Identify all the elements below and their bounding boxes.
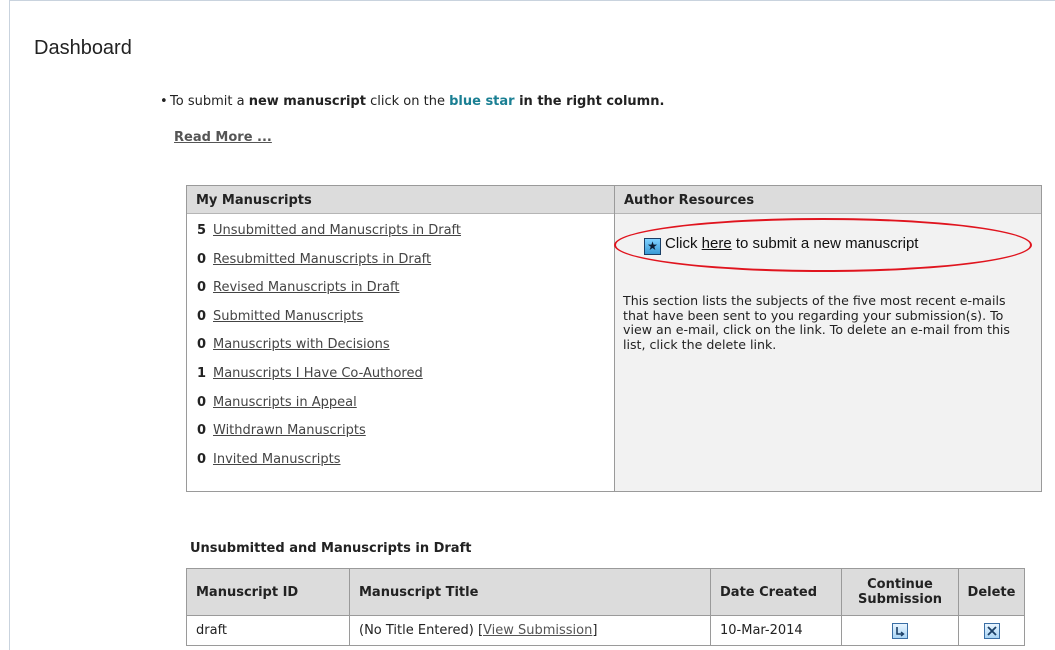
manuscript-count: 0 — [197, 337, 207, 353]
manuscript-category-link[interactable]: Revised Manuscripts in Draft — [213, 280, 399, 295]
intro-text-2: click on the — [365, 94, 450, 109]
manuscript-count: 0 — [197, 394, 207, 410]
manuscript-category-link[interactable]: Submitted Manuscripts — [213, 309, 363, 324]
list-item: 0 Submitted Manuscripts — [197, 309, 614, 338]
manuscript-count: 5 — [197, 223, 207, 238]
intro-blue-star: blue star — [449, 94, 515, 109]
manuscript-count: 0 — [197, 308, 207, 324]
manuscript-category-link[interactable]: Manuscripts I Have Co-Authored — [213, 366, 423, 381]
list-item: 0 Invited Manuscripts — [197, 452, 614, 481]
author-resources-heading: Author Resources — [615, 186, 1041, 214]
my-manuscripts-list: 5 Unsubmitted and Manuscripts in Draft 0R… — [187, 214, 614, 480]
x-mark-icon — [986, 625, 997, 636]
bracket-close: ] — [592, 623, 598, 638]
list-item: 0 Manuscripts with Decisions — [197, 337, 614, 366]
list-item: 0 Resubmitted Manuscripts in Draft — [197, 252, 614, 281]
submit-text: to submit a new manuscript — [731, 235, 919, 252]
continue-submission-icon[interactable] — [892, 622, 908, 639]
continue-cell — [841, 615, 959, 646]
manuscript-count: 0 — [197, 251, 207, 267]
drafts-table: Manuscript ID Manuscript Title Date Crea… — [186, 568, 1025, 646]
view-submission-link[interactable]: View Submission — [483, 623, 592, 638]
blue-star-icon[interactable]: ★ — [644, 238, 661, 255]
manuscript-category-link[interactable]: Unsubmitted and Manuscripts in Draft — [213, 223, 461, 238]
manuscript-id-cell: draft — [186, 615, 350, 646]
manuscript-count: 1 — [197, 365, 207, 381]
manuscript-category-link[interactable]: Withdrawn Manuscripts — [213, 423, 366, 438]
list-item: 5 Unsubmitted and Manuscripts in Draft — [197, 223, 614, 252]
manuscript-title-text: (No Title Entered) — [359, 623, 478, 638]
table-header-row: Manuscript ID Manuscript Title Date Crea… — [186, 568, 1025, 616]
list-item: 0 Manuscripts in Appeal — [197, 395, 614, 424]
page-title: Dashboard — [34, 37, 132, 59]
intro-text-1: To submit a — [170, 94, 249, 109]
list-item: 0 Withdrawn Manuscripts — [197, 423, 614, 452]
frame-top-border — [9, 0, 1055, 1]
column-header-title: Manuscript Title — [349, 568, 711, 616]
manuscript-category-link[interactable]: Invited Manuscripts — [213, 452, 341, 467]
submit-new-manuscript: ★ Click here to submit a new manuscript — [644, 235, 918, 255]
column-header-continue: Continue Submission — [841, 568, 959, 616]
date-created-cell: 10-Mar-2014 — [710, 615, 842, 646]
my-manuscripts-heading: My Manuscripts — [187, 186, 614, 214]
bullet: • — [160, 94, 168, 109]
list-item: 1 Manuscripts I Have Co-Authored — [197, 366, 614, 395]
column-header-delete: Delete — [958, 568, 1025, 616]
intro-bold-right-column: in the right column. — [514, 94, 665, 109]
intro-instruction: • To submit a new manuscript click on the… — [160, 94, 664, 109]
frame-left-border — [9, 0, 10, 650]
continue-arrow-icon — [896, 626, 905, 637]
column-header-date: Date Created — [710, 568, 842, 616]
my-manuscripts-panel: My Manuscripts 5 Unsubmitted and Manuscri… — [187, 186, 615, 491]
manuscript-count: 0 — [197, 423, 207, 439]
click-text: Click — [665, 235, 702, 252]
delete-icon[interactable] — [983, 622, 1000, 639]
table-row: draft (No Title Entered) [View Submissio… — [186, 615, 1025, 646]
manuscript-category-link[interactable]: Manuscripts in Appeal — [213, 395, 357, 410]
manuscript-title-cell: (No Title Entered) [View Submission] — [349, 615, 711, 646]
column-header-id: Manuscript ID — [186, 568, 350, 616]
manuscript-category-link[interactable]: Manuscripts with Decisions — [213, 337, 390, 352]
delete-cell — [958, 615, 1025, 646]
read-more-link[interactable]: Read More ... — [174, 130, 272, 145]
intro-bold-new-manuscript: new manuscript — [248, 94, 366, 109]
manuscript-count: 0 — [197, 451, 207, 467]
drafts-section-title: Unsubmitted and Manuscripts in Draft — [190, 541, 472, 556]
list-item: 0 Revised Manuscripts in Draft — [197, 280, 614, 309]
manuscript-count: 0 — [197, 280, 207, 296]
author-resources-description: This section lists the subjects of the f… — [623, 293, 1010, 352]
here-link[interactable]: here — [702, 235, 732, 252]
manuscript-category-link[interactable]: Resubmitted Manuscripts in Draft — [213, 252, 431, 267]
